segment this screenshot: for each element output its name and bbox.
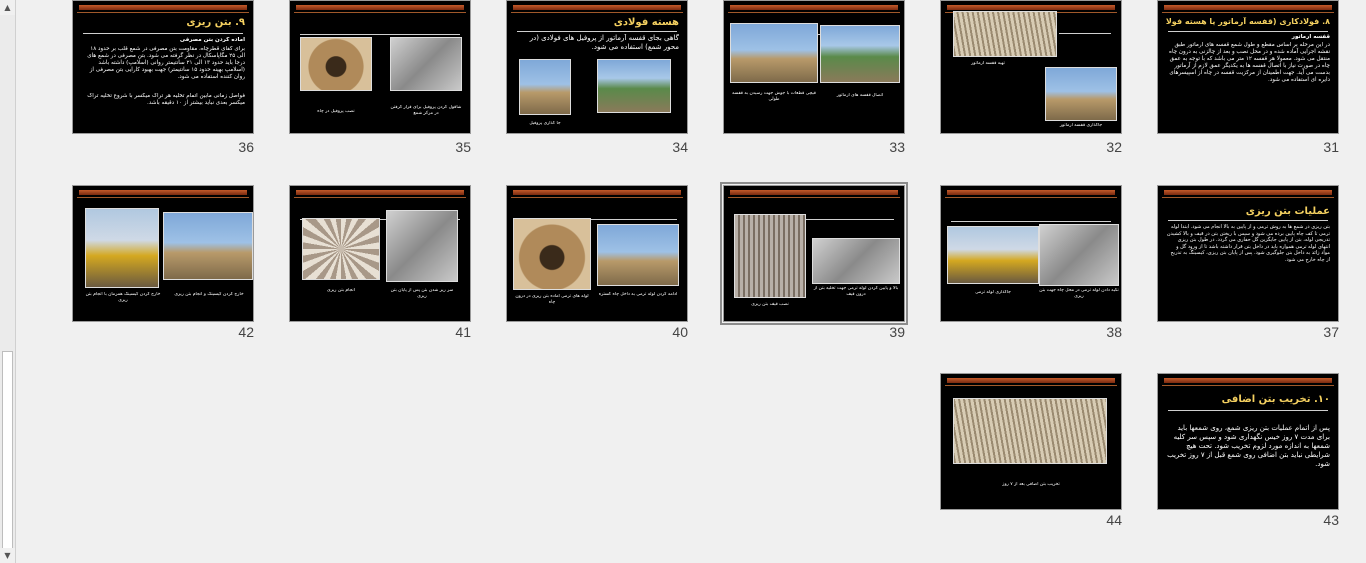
slide-sorter-grid: ۹. بتن ریزی آماده کردن بتن مصرفی برای کف… bbox=[16, 0, 1366, 563]
photo-image bbox=[390, 37, 462, 91]
scroll-up-arrow-icon[interactable]: ▲ bbox=[0, 0, 15, 15]
scroll-thumb[interactable] bbox=[2, 351, 13, 551]
slide-body-text: پس از اتمام عملیات بتن ریزی شمع، روی شمع… bbox=[1167, 424, 1330, 468]
photo-caption: سر ریز شدن بتن پس از پایان بتن ریزی bbox=[390, 288, 454, 299]
photo-image bbox=[513, 218, 591, 290]
slide-number: 38 bbox=[1106, 324, 1122, 340]
slide-number: 35 bbox=[455, 139, 471, 155]
photo-image bbox=[519, 59, 571, 115]
photo-image bbox=[953, 398, 1107, 464]
photo-image bbox=[597, 59, 671, 113]
photo-caption: اتصال قفسه های آرماتور bbox=[836, 93, 884, 98]
slide-number: 36 bbox=[238, 139, 254, 155]
photo-caption: نصب پروفیل در چاه bbox=[317, 109, 355, 114]
photo-image bbox=[302, 218, 380, 280]
photo-caption: خارج کردن کیسینگ همزمان با انجام بتن ریز… bbox=[85, 292, 161, 303]
scroll-down-arrow-icon[interactable]: ▼ bbox=[0, 548, 15, 563]
slide-body-text: بتن ریزی در شمع ها به روش ترمی و از پایی… bbox=[1166, 224, 1330, 263]
photo-image bbox=[85, 208, 159, 288]
slide-body-text: برای کفای قطرچاه، مقاومت بتن مصرفی در شم… bbox=[87, 46, 245, 80]
slide-number: 39 bbox=[889, 324, 905, 340]
slide-body-text: در این مرحله بر اساس مقطع و طول شمع قفسه… bbox=[1169, 42, 1330, 83]
vertical-scrollbar[interactable]: ▲ ▼ bbox=[0, 0, 16, 563]
slide-title: ۹. بتن ریزی bbox=[186, 17, 245, 28]
photo-image bbox=[812, 238, 900, 284]
slide-number: 37 bbox=[1323, 324, 1339, 340]
slide-number: 34 bbox=[672, 139, 688, 155]
photo-caption: جاگذاری قفسه آرماتور bbox=[1059, 123, 1103, 128]
photo-image bbox=[1039, 224, 1119, 286]
photo-caption: جاگذاری لوله ترمی bbox=[975, 290, 1011, 295]
photo-image bbox=[730, 23, 818, 83]
photo-image bbox=[386, 210, 458, 282]
photo-caption: شاقول کردن پروفیل برای قرار گرفتن در مرک… bbox=[390, 105, 462, 116]
slide-body-text: فواصل زمانی مابین اتمام تخلیه هر تراک می… bbox=[87, 93, 245, 106]
slide-title: عملیات بتن ریزی bbox=[1245, 206, 1330, 217]
slide-number: 31 bbox=[1323, 139, 1339, 155]
photo-image bbox=[1045, 67, 1117, 121]
slide-subheading: قفسه آرماتور bbox=[1291, 34, 1330, 40]
slide-number: 33 bbox=[889, 139, 905, 155]
photo-caption: ادامه کردن لوله ترمی به داخل چاه گستره bbox=[598, 292, 678, 297]
slide-title: ۸. فولادکاری (قفسه آرماتور یا هسته فولاد… bbox=[1166, 17, 1330, 26]
photo-image bbox=[953, 11, 1057, 57]
slide-number: 41 bbox=[455, 324, 471, 340]
photo-caption: انجام بتن ریزی bbox=[327, 288, 355, 293]
photo-image bbox=[734, 214, 806, 298]
photo-image bbox=[597, 224, 679, 286]
slide-number: 44 bbox=[1106, 512, 1122, 528]
photo-image bbox=[163, 212, 253, 280]
slide-number: 42 bbox=[238, 324, 254, 340]
slide-title: ۱۰. تخریب بتن اضافی bbox=[1221, 394, 1330, 405]
slide-number: 43 bbox=[1323, 512, 1339, 528]
photo-image bbox=[300, 37, 372, 91]
photo-caption: قیچی قطعات با جوش جهت رسیدن به قفسه طولی bbox=[732, 91, 816, 102]
photo-caption: تخریب بتن اضافی بعد از ۷ روز bbox=[1002, 482, 1060, 487]
photo-caption: تهیه قفسه آرماتور bbox=[971, 61, 1005, 66]
photo-image bbox=[820, 25, 900, 83]
slide-number: 32 bbox=[1106, 139, 1122, 155]
slide-number: 40 bbox=[672, 324, 688, 340]
photo-caption: نصب قیف بتن ریزی bbox=[751, 302, 789, 307]
photo-caption: بالا و پایین کردن لوله ترمی جهت تخلیه بت… bbox=[813, 286, 899, 297]
slide-title: هسته فولادی bbox=[613, 17, 679, 28]
photo-caption: جا گذاری پروفیل bbox=[529, 121, 561, 126]
scroll-track[interactable] bbox=[0, 15, 15, 551]
photo-caption: خارج کردن کیسینگ و انجام بتن ریزی bbox=[174, 292, 244, 297]
photo-image bbox=[947, 226, 1039, 284]
slide-body-text: گاهی بجای قفسه آرماتور از پروفیل های فول… bbox=[529, 34, 679, 51]
photo-caption: تکیه دادن لوله ترمی در محل چاه جهت بتن ر… bbox=[1039, 288, 1119, 299]
photo-caption: لوله های ترمی آماده بتن ریزی در درون چاه bbox=[515, 294, 589, 305]
